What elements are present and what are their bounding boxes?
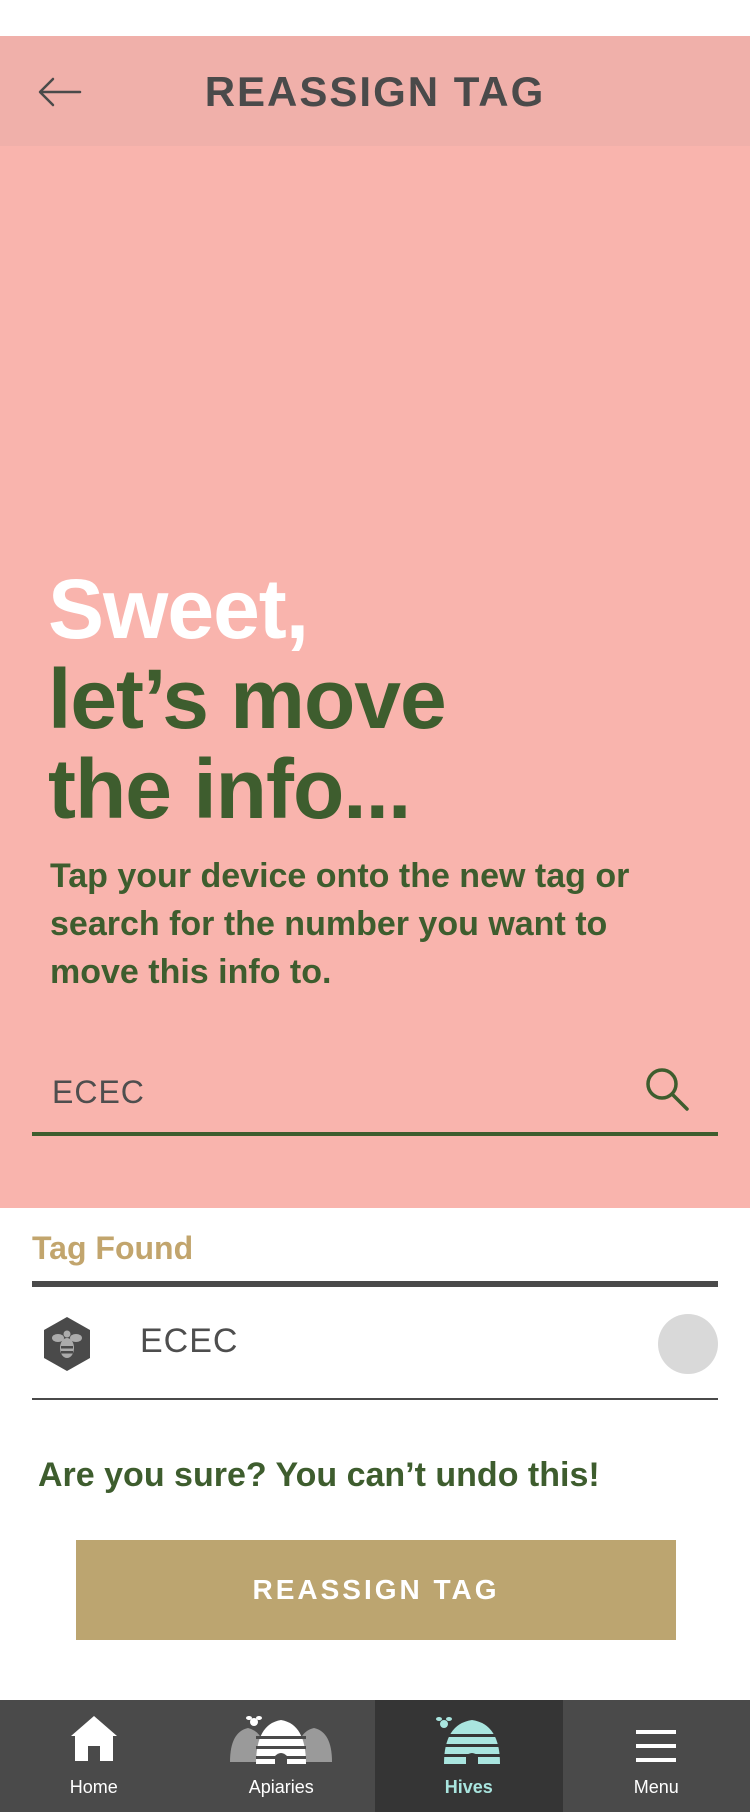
hero-panel: Sweet, let’s move the info... Tap your d… [0, 146, 750, 1208]
tag-search-input[interactable] [52, 1066, 612, 1118]
section-divider [32, 1281, 718, 1287]
headline-line-2: let’s move [48, 652, 447, 746]
page-title: REASSIGN TAG [204, 68, 546, 115]
nav-label-hives: Hives [444, 1777, 493, 1797]
status-bar [0, 0, 750, 36]
nav-label-menu: Menu [633, 1777, 679, 1797]
search-icon[interactable] [644, 1066, 690, 1112]
tag-search [32, 1056, 718, 1136]
tag-select-radio[interactable] [658, 1314, 718, 1374]
nav-home[interactable]: Home [0, 1700, 188, 1812]
nav-apiaries[interactable]: Apiaries [188, 1700, 376, 1812]
warning-text: Are you sure? You can’t undo this! [38, 1456, 600, 1494]
tag-result-row[interactable]: ECEC [32, 1290, 718, 1400]
headline-line-1: Sweet, [48, 562, 309, 656]
nav-menu[interactable]: Menu [563, 1700, 750, 1812]
headline-line-3: the info... [48, 742, 411, 836]
reassign-tag-button[interactable]: REASSIGN TAG [76, 1540, 676, 1640]
tag-found-label: Tag Found [32, 1230, 194, 1266]
top-app-bar: REASSIGN TAG [0, 36, 750, 146]
instructions-text: Tap your device onto the new tag or sear… [50, 857, 630, 991]
nav-hives[interactable]: Hives [375, 1700, 563, 1812]
apiaries-icon [230, 1716, 333, 1764]
hive-icon [435, 1717, 500, 1764]
bee-hexagon-icon [44, 1317, 90, 1371]
tag-name: ECEC [140, 1322, 239, 1360]
nav-label-apiaries: Apiaries [248, 1777, 314, 1797]
bottom-nav: Home Apiaries Hives Menu [0, 1700, 750, 1812]
nav-label-home: Home [69, 1777, 118, 1797]
home-icon [70, 1716, 117, 1761]
headline: Sweet, let’s move the info... [48, 562, 447, 836]
menu-icon [636, 1730, 677, 1762]
